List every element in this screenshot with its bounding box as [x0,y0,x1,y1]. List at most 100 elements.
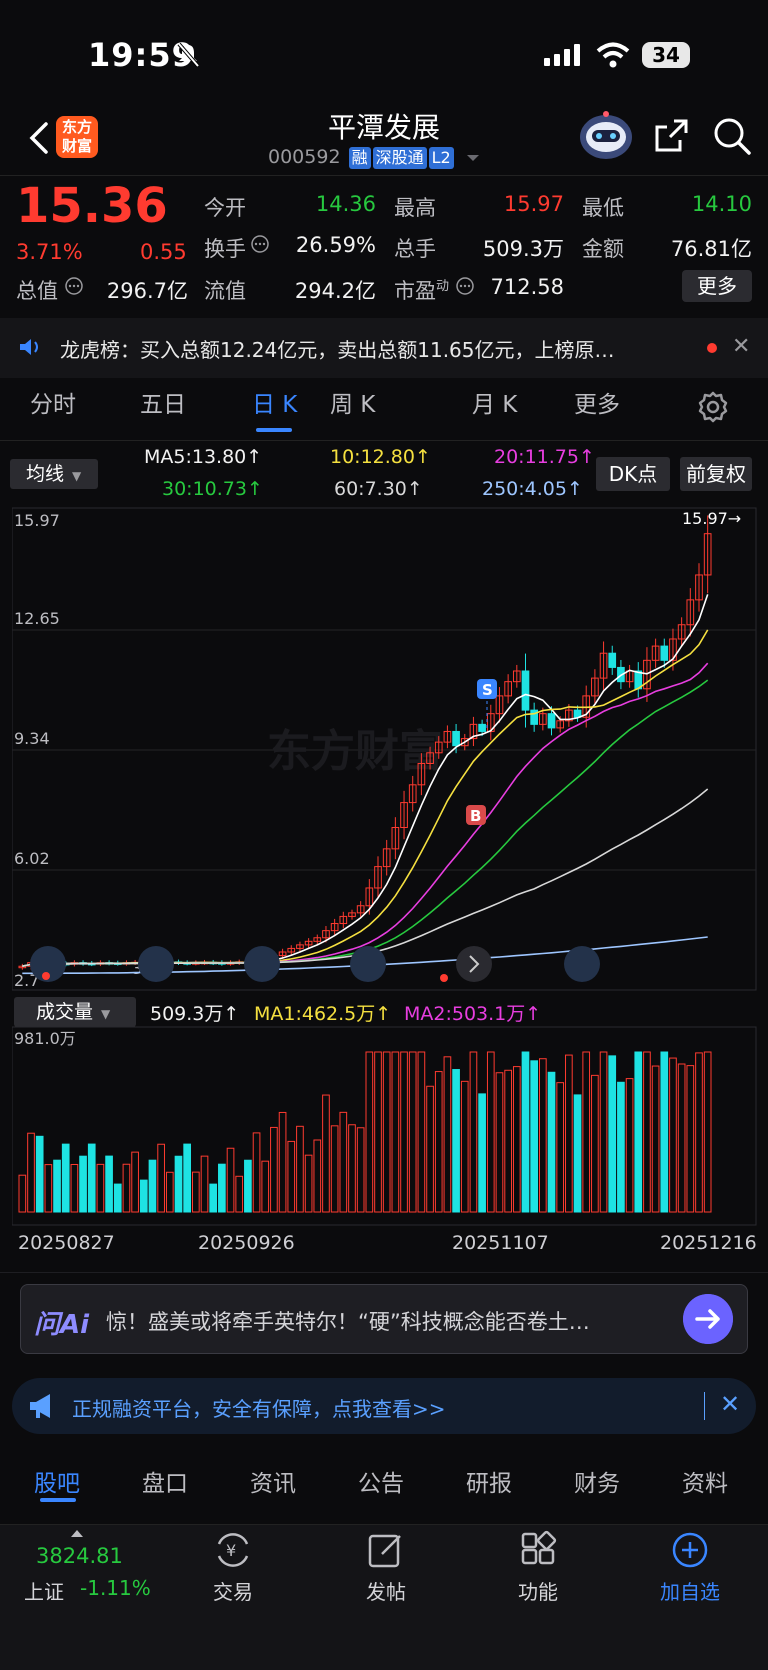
tab-daily-k[interactable]: 日 K [252,385,297,419]
arrow-right-icon[interactable] [683,1294,733,1344]
event-bubble[interactable] [138,946,174,982]
volume-bar [183,1143,191,1213]
volume-bar [634,1051,643,1213]
volume-bar [235,1175,244,1213]
trade-icon[interactable]: ¥ [213,1530,253,1570]
ma10-value: 10:12.80↑ [330,446,431,468]
k-line-chart[interactable]: 东方财富 15.97 12.65 9.34 6.02 2.7 15.97→ 3.… [12,506,758,992]
event-bubble[interactable] [564,946,600,982]
amount-label: 金额 [582,237,624,261]
volume-bar [530,1060,539,1213]
dk-point-button[interactable]: DK点 [596,457,670,491]
volume-bar [192,1171,200,1213]
tab-intraday[interactable]: 分时 [30,385,76,419]
close-icon[interactable]: ✕ [720,1390,740,1418]
grid-icon[interactable] [518,1530,558,1570]
chevron-down-icon [466,155,479,161]
volume-label: 总手 [394,237,436,261]
buy-marker[interactable]: B [466,805,486,825]
gear-icon[interactable] [696,390,730,424]
event-bubble[interactable] [456,946,492,982]
volume-bar [87,1143,96,1213]
tab-research[interactable]: 研报 [466,1464,512,1498]
ma5-line [22,594,709,967]
low-value: 14.10 [691,192,752,216]
y-label: 9.34 [14,729,50,748]
add-circle-icon[interactable] [670,1530,710,1570]
volume-bar [122,1163,131,1213]
nav-trade[interactable]: 交易 [183,1576,283,1605]
open-label: 今开 [204,196,246,220]
nav-post[interactable]: 发帖 [336,1576,436,1605]
volume-bar [157,1143,165,1213]
nav-add-watchlist[interactable]: 加自选 [640,1576,740,1605]
period-tabs: 分时 五日 日 K 周 K 月 K 更多 [0,385,768,437]
compose-icon[interactable] [366,1530,406,1570]
tab-financials[interactable]: 财务 [574,1464,620,1498]
nav-functions[interactable]: 功能 [488,1576,588,1605]
volume-bar [512,1066,521,1213]
ma20-value: 20:11.75↑ [494,446,595,468]
share-icon[interactable] [652,116,692,156]
divider [0,1272,768,1273]
tab-news[interactable]: 资讯 [250,1464,296,1498]
back-arrow-icon[interactable] [20,118,60,158]
tab-forum[interactable]: 股吧 [34,1464,80,1498]
volume-selector[interactable]: 成交量 ▼ [14,997,136,1027]
volume-bar [278,1111,287,1213]
stock-name[interactable]: 平潭发展 [230,106,538,146]
volume-bar [296,1125,304,1213]
float-label: 流值 [204,279,246,303]
turnover-label: 换手 [204,237,246,261]
tab-profile[interactable]: 资料 [682,1464,728,1498]
index-change[interactable]: -1.11% [80,1576,151,1600]
search-icon[interactable] [712,116,752,156]
index-value[interactable]: 3824.81 [36,1544,123,1568]
date-label: 20251216 [660,1232,757,1254]
y-label: 6.02 [14,849,50,868]
stock-code-row[interactable]: 000592 融深股通 L2 [268,146,508,172]
volume-bar [469,1051,478,1213]
tag-level2: L2 [428,146,454,169]
volume-bar [165,1171,174,1213]
tab-announcements[interactable]: 公告 [358,1464,404,1498]
volume-bar [61,1143,70,1213]
ticker-text[interactable]: 龙虎榜：买入总额12.24亿元，卖出总额11.65亿元，上榜原… [60,334,690,363]
ma30-line [22,679,709,967]
volume-bar [356,1127,365,1213]
adjust-button[interactable]: 前复权 [680,457,752,491]
ma30-value: 30:10.73↑ [162,478,263,500]
ma10-line [22,629,709,967]
event-dot [42,972,50,980]
ai-robot-icon[interactable] [578,110,634,160]
turnover-value: 26.59% [295,233,376,257]
float-value: 294.2亿 [294,279,376,303]
indicator-selector[interactable]: 均线 ▼ [10,459,98,489]
volume-bar [244,1159,252,1213]
tab-monthly-k[interactable]: 月 K [472,385,517,419]
event-bubble[interactable] [244,946,280,982]
volume-bar [660,1051,669,1213]
volume-bar [313,1139,322,1213]
more-quote-button[interactable]: 更多 [682,270,752,302]
mktcap-label: 总值 [16,279,58,303]
tab-five-day[interactable]: 五日 [140,385,186,419]
volume-max-label: 981.0万 [14,1029,76,1048]
promo-text[interactable]: 正规融资平台，安全有保障，点我查看>> [72,1393,446,1422]
tab-weekly-k[interactable]: 周 K [330,385,375,419]
index-name[interactable]: 上证 [24,1576,64,1605]
candle [660,645,669,661]
megaphone-icon [30,1394,50,1418]
tab-order-book[interactable]: 盘口 [142,1464,188,1498]
event-bubble[interactable] [350,946,386,982]
volume-bars [18,1051,712,1213]
ai-logo: 问Ai [34,1310,90,1340]
volume-bar [148,1159,157,1213]
speaker-icon [20,339,38,355]
close-icon[interactable]: ✕ [732,334,750,359]
ai-news-text[interactable]: 惊！盛美或将牵手英特尔！“硬”科技概念能否卷土… [106,1306,672,1336]
tab-more[interactable]: 更多 [574,385,620,419]
volume-bar [677,1063,686,1213]
volume-chart[interactable]: 981.0万 [12,1026,758,1226]
volume-bar [365,1051,374,1213]
